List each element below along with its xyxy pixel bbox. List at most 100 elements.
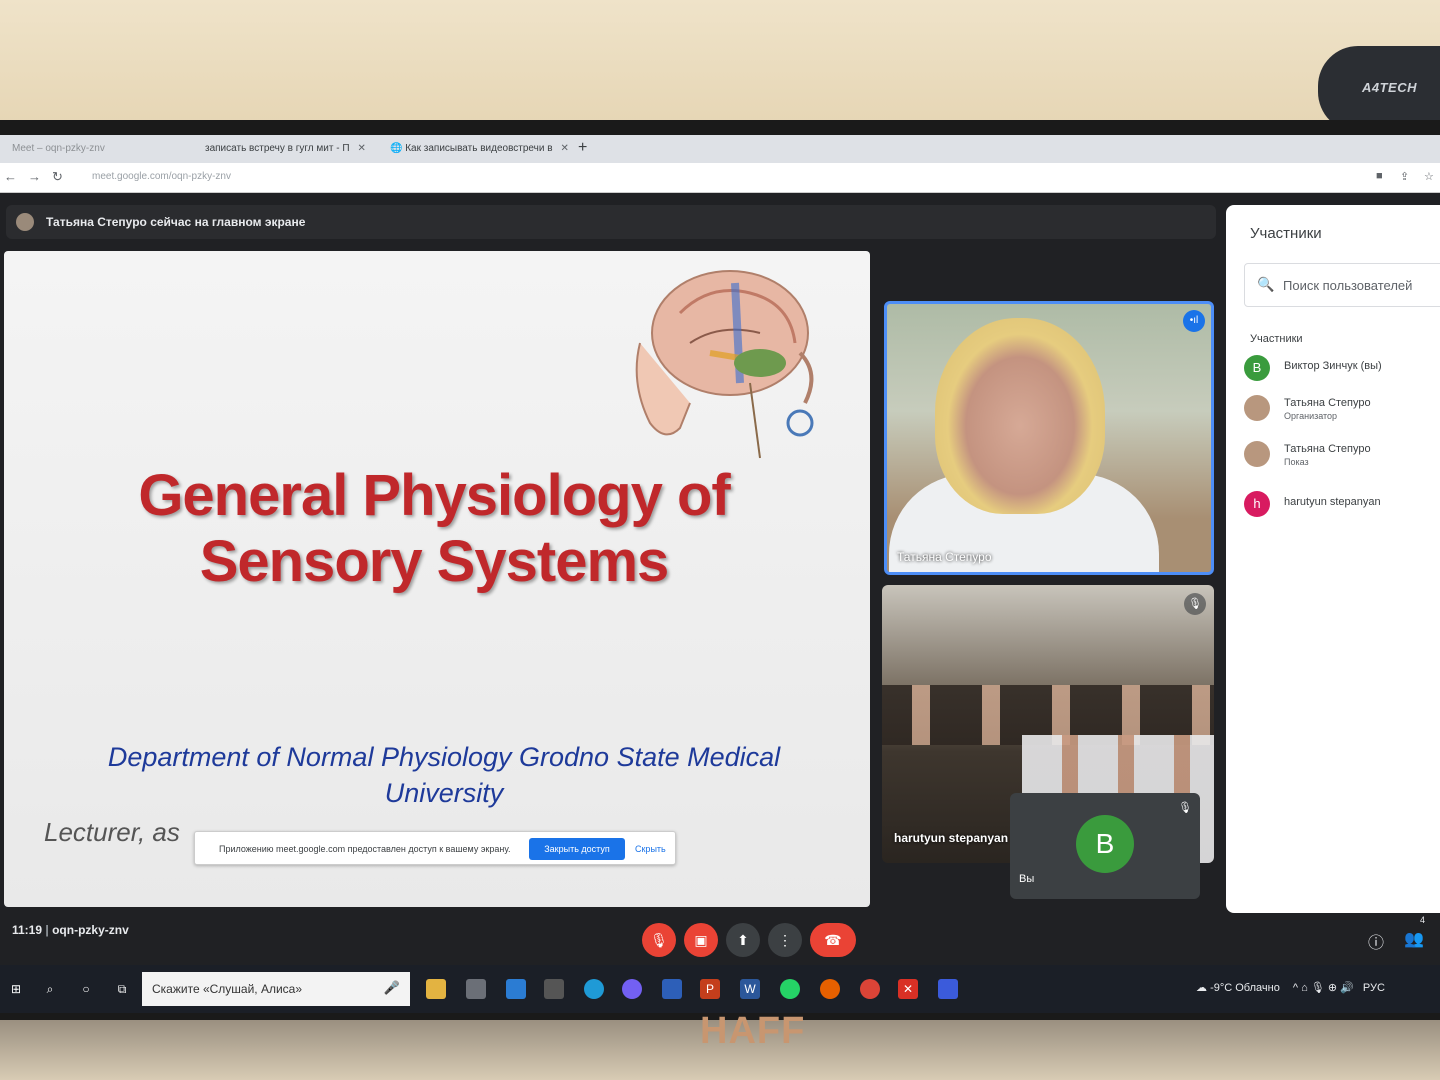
slide-department: Department of Normal Physiology Grodno S… [44,739,844,811]
app-icon[interactable] [544,979,564,999]
tab-how-to-record[interactable]: 🌐 Как записывать видеовстречи в ✕ [380,139,570,163]
participant-avatar [1244,395,1270,421]
camera-icon[interactable]: ■ [1376,170,1383,182]
participant-search-input[interactable]: 🔍 Поиск пользователей [1244,263,1440,307]
search-placeholder: Поиск пользователей [1283,278,1413,293]
language-indicator[interactable]: РУС [1363,982,1385,994]
mail-icon[interactable] [506,979,526,999]
close-app-icon[interactable]: ✕ [898,979,918,999]
store-icon[interactable] [466,979,486,999]
participant-name: Виктор Зинчук (вы) [1284,360,1382,372]
people-icon[interactable]: 👥 [1404,929,1424,949]
weather-icon: ☁ [1196,982,1207,994]
task-view-icon[interactable]: ⧉ [112,979,132,999]
participant-role: Показ [1284,457,1309,467]
hide-notice-button[interactable]: Скрыть [635,844,666,854]
search-icon: 🔍 [1257,276,1275,292]
meeting-code: oqn-pzky-znv [52,923,129,937]
mic-toggle-button[interactable]: 🎙 [642,923,676,957]
participant-item[interactable]: h harutyun stepanyan [1244,487,1440,523]
more-vert-icon: ⋮ [778,932,792,948]
self-tile[interactable]: 🎙 В Вы [1010,793,1200,899]
speaker-tile[interactable]: •ıl Татьяна Степуро [884,301,1214,575]
windows-taskbar: ⊞ ⌕ ○ ⧉ Скажите «Слушай, Алиса» 🎤 P W ✕ … [0,965,1440,1013]
webcam-brand: A4TECH [1362,80,1418,95]
slide-lecturer: Lecturer, as [44,817,180,847]
self-name: Вы [1019,873,1035,885]
browser-tab-bar: Meet – oqn-pzky-znv записать встречу в г… [0,135,1440,163]
present-button[interactable]: ⬆ [726,923,760,957]
whatsapp-icon[interactable] [780,979,800,999]
star-icon[interactable]: ☆ [1424,170,1434,183]
presentation-slide: General Physiology of Sensory Systems De… [4,251,870,907]
close-icon[interactable]: ✕ [561,143,569,154]
taskbar-search-text: Скажите «Слушай, Алиса» [152,982,303,996]
wall-background [0,0,1440,125]
share-icon[interactable]: ⇪ [1400,170,1409,183]
app-icon[interactable] [938,979,958,999]
tab-search-record[interactable]: записать встречу в гугл мит - П ✕ [195,139,375,163]
viber-icon[interactable] [622,979,642,999]
taskbar-search-input[interactable]: Скажите «Слушай, Алиса» 🎤 [142,972,410,1006]
phone-hangup-icon: ☎ [824,932,842,948]
edge-icon[interactable] [584,979,604,999]
classroom-name: harutyun stepanyan [894,831,1009,845]
participant-avatar [1244,441,1270,467]
meet-stage: Татьяна Степуро сейчас на главном экране… [0,193,1440,1013]
participant-name: harutyun stepanyan [1284,496,1381,508]
participant-item[interactable]: В Виктор Зинчук (вы) [1244,351,1440,387]
screen-share-notice: Приложению meet.google.com предоставлен … [194,831,676,865]
powerpoint-icon[interactable]: P [700,979,720,999]
slide-dept-line: Department of Normal Physiology Grodno S… [107,742,781,772]
more-options-button[interactable]: ⋮ [768,923,802,957]
participant-item[interactable]: Татьяна Степуро Показ [1244,437,1440,473]
participants-panel: Участники 🔍 Поиск пользователей Участник… [1226,205,1440,913]
close-icon[interactable]: ✕ [358,143,366,154]
screen: Meet – oqn-pzky-znv записать встречу в г… [0,135,1440,1013]
slide-title-line: Sensory Systems [199,529,670,594]
address-bar: ← → ↻ meet.google.com/oqn-pzky-znv ■ ⇪ ☆ [0,163,1440,193]
stop-sharing-button[interactable]: Закрыть доступ [529,838,625,860]
participant-avatar: В [1244,355,1270,381]
tab-label: записать встречу в гугл мит - П [205,143,350,154]
info-icon[interactable]: ⓘ [1368,929,1384,953]
monitor-brand: HAFF [700,1010,806,1052]
camera-off-icon: ▣ [694,932,708,948]
tab-label: Как записывать видеовстречи в [405,143,553,154]
meeting-time: 11:19 [12,923,43,937]
tray-icons[interactable]: ^ ⌂ 🎙 ⊕ 🔊 [1293,982,1354,994]
slide-title-line: General Physiology of [138,463,730,528]
firefox-icon[interactable] [820,979,840,999]
present-icon: ⬆ [737,932,749,948]
save-icon[interactable] [662,979,682,999]
chrome-icon[interactable] [860,979,880,999]
participant-name: Татьяна Степуро [1284,397,1371,409]
leave-call-button[interactable]: ☎ [810,923,856,957]
presenting-banner: Татьяна Степуро сейчас на главном экране [6,205,1216,239]
back-icon[interactable]: ← [4,169,17,184]
mic-off-icon: 🎙 [650,932,668,948]
participant-avatar: h [1244,491,1270,517]
forward-icon[interactable]: → [28,169,41,184]
speaker-face [935,318,1105,514]
participant-item[interactable]: Татьяна Степуро Организатор [1244,391,1440,427]
new-tab-button[interactable]: + [578,139,587,157]
participant-count-badge: 4 [1420,915,1426,925]
word-icon[interactable]: W [740,979,760,999]
reload-icon[interactable]: ↻ [52,169,63,185]
panel-title: Участники [1250,225,1322,242]
camera-toggle-button[interactable]: ▣ [684,923,718,957]
presenter-avatar [16,213,34,231]
mic-off-icon: 🎙 [1178,802,1192,814]
weather-text[interactable]: -9°C Облачно [1210,982,1280,994]
tab-meet[interactable]: Meet – oqn-pzky-znv [2,139,152,163]
presenting-text: Татьяна Степуро сейчас на главном экране [46,215,306,229]
url-field[interactable]: meet.google.com/oqn-pzky-znv [92,171,231,182]
search-icon[interactable]: ⌕ [40,979,60,999]
cortana-icon[interactable]: ○ [76,979,96,999]
participant-name: Татьяна Степуро [1284,443,1371,455]
start-icon[interactable]: ⊞ [6,979,26,999]
microphone-icon[interactable]: 🎤 [384,980,400,996]
file-explorer-icon[interactable] [426,979,446,999]
meeting-info: 11:19 | oqn-pzky-znv [12,923,129,937]
